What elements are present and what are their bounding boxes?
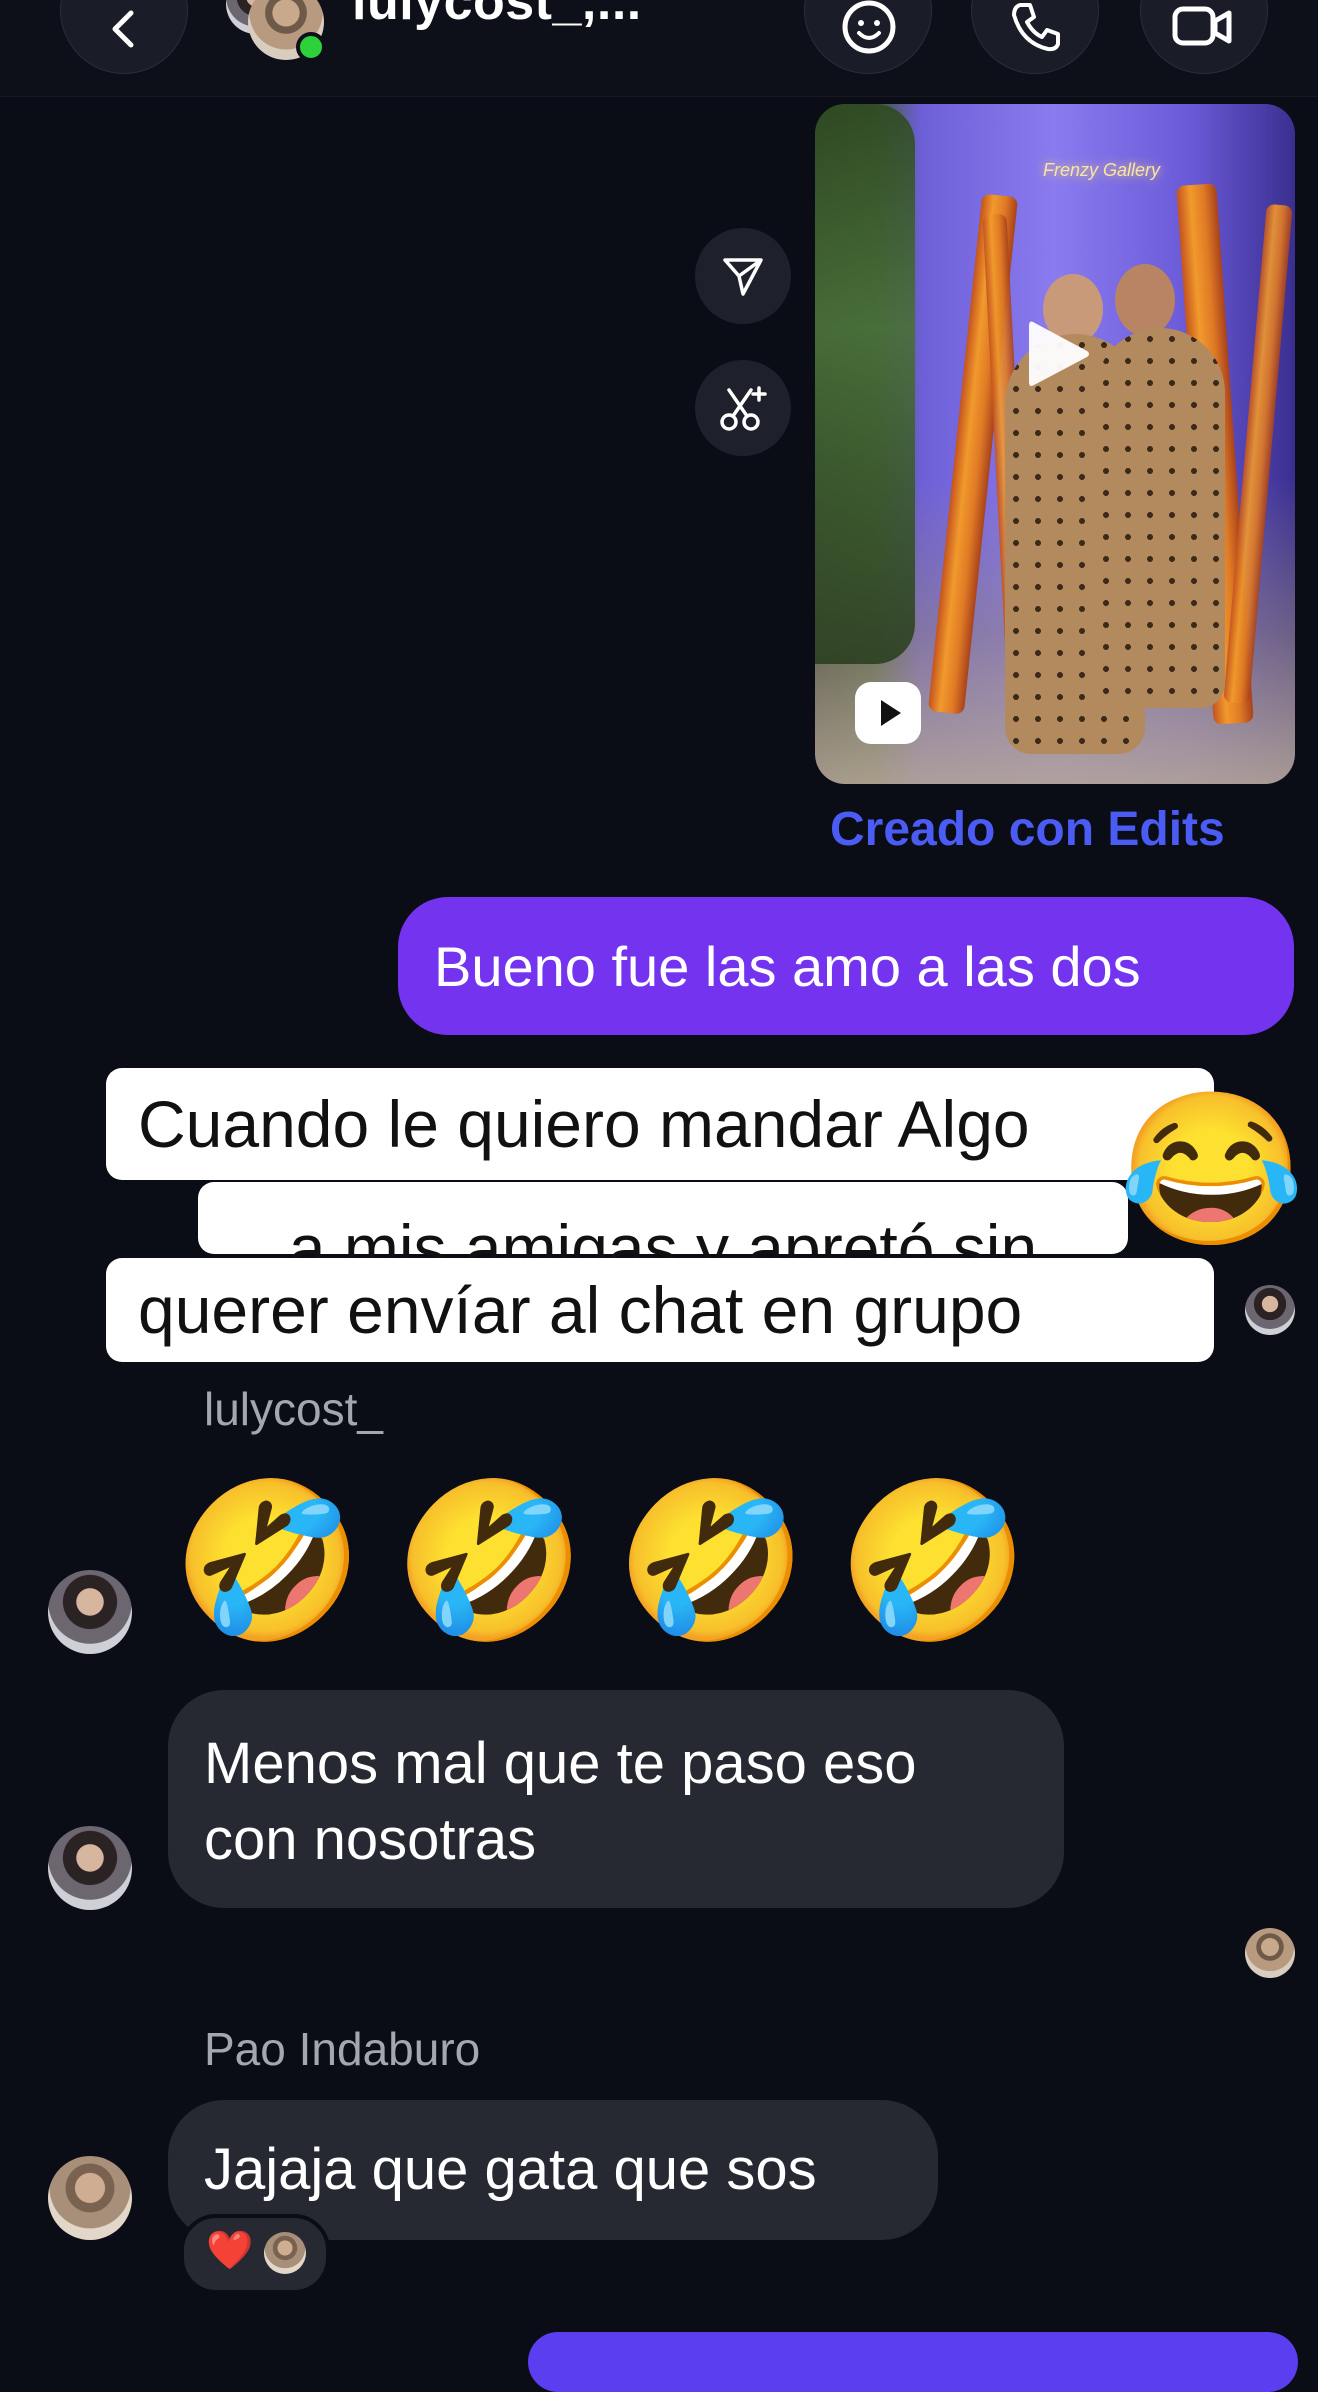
read-receipt-avatar bbox=[1245, 1928, 1295, 1978]
person-figure bbox=[1095, 328, 1225, 708]
remix-button[interactable] bbox=[695, 360, 791, 456]
emoji-message[interactable]: 🤣🤣🤣🤣 bbox=[172, 1484, 1059, 1638]
send-icon bbox=[723, 258, 763, 296]
neon-sign: Frenzy Gallery bbox=[1043, 160, 1161, 180]
video-camera-icon bbox=[1172, 6, 1232, 46]
reactor-avatar bbox=[264, 2232, 306, 2274]
contact-name[interactable]: lulycost_,... bbox=[352, 0, 642, 32]
sticker-text-line: Cuando le quiero mandar Algo bbox=[106, 1068, 1214, 1180]
reaction-pill[interactable]: ❤️ bbox=[180, 2214, 330, 2294]
sticker-text-line: a mis amigas y apretó sin bbox=[198, 1182, 1128, 1285]
online-status-dot bbox=[296, 32, 326, 62]
play-icon[interactable] bbox=[1015, 312, 1099, 396]
sender-name: Pao Indaburo bbox=[204, 2023, 481, 2075]
phone-icon bbox=[1012, 3, 1060, 52]
outgoing-message[interactable]: Bueno fue las amo a las dos bbox=[398, 897, 1294, 1035]
video-message[interactable]: Frenzy Gallery bbox=[815, 104, 1295, 784]
person-head bbox=[1115, 264, 1175, 336]
sender-avatar[interactable] bbox=[48, 1826, 132, 1910]
plant-decoration bbox=[815, 104, 915, 664]
chat-header bbox=[0, 0, 1318, 97]
created-with-edits-link[interactable]: Creado con Edits bbox=[830, 802, 1225, 857]
share-button[interactable] bbox=[695, 228, 791, 324]
outgoing-message-partial[interactable] bbox=[528, 2332, 1298, 2392]
sender-avatar[interactable] bbox=[48, 2156, 132, 2240]
sender-name: lulycost_ bbox=[204, 1383, 383, 1435]
chevron-left-icon bbox=[112, 10, 134, 48]
reel-icon bbox=[855, 682, 921, 744]
sticker-icon bbox=[842, 0, 896, 54]
sticker-text-line: querer envíar al chat en grupo bbox=[106, 1258, 1214, 1362]
tears-of-joy-emoji: 😂 bbox=[1118, 1085, 1305, 1253]
read-receipt-avatar bbox=[1245, 1285, 1295, 1335]
incoming-message[interactable]: Menos mal que te paso eso con nosotras bbox=[168, 1690, 1064, 1908]
heart-reaction: ❤️ bbox=[206, 2230, 254, 2272]
sender-avatar[interactable] bbox=[48, 1570, 132, 1654]
scissors-icon bbox=[720, 386, 767, 431]
